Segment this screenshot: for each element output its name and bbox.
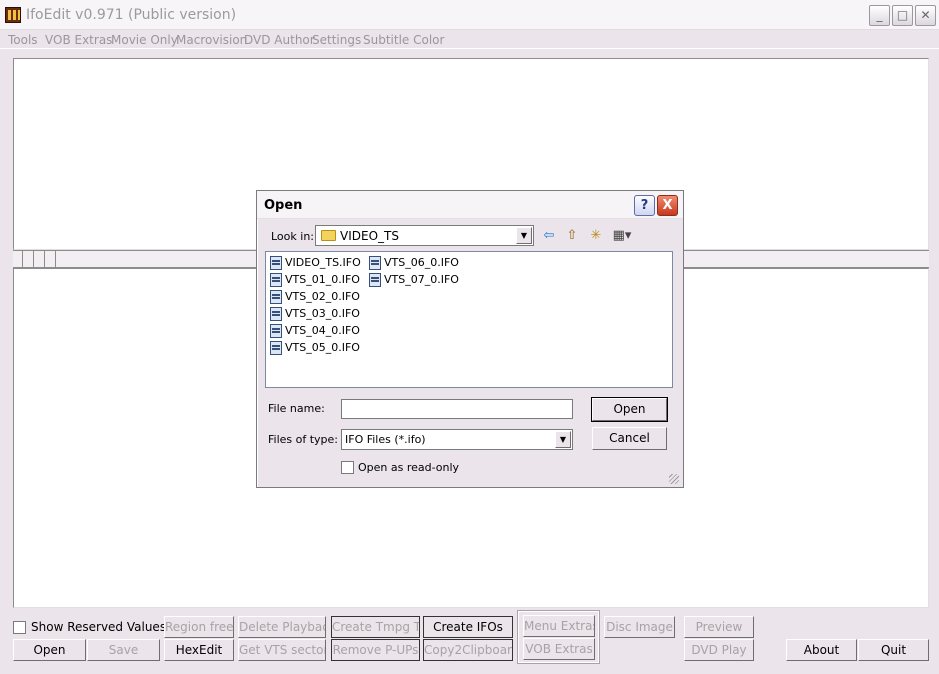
hexedit-button[interactable]: HexEdit	[164, 639, 234, 661]
close-button[interactable]: ✕	[915, 5, 936, 26]
dialog-cancel-button[interactable]: Cancel	[592, 427, 667, 450]
menu-subtitle-color[interactable]: Subtitle Color	[363, 33, 444, 47]
ifo-file-icon	[270, 307, 282, 321]
show-reserved-label: Show Reserved Values	[31, 620, 167, 634]
list-item[interactable]: VTS_01_0.IFO	[270, 273, 360, 289]
file-name: VIDEO_TS.IFO	[285, 256, 361, 269]
files-of-type-value: IFO Files (*.ifo)	[345, 433, 426, 446]
file-name: VTS_07_0.IFO	[384, 273, 459, 286]
resize-grip[interactable]	[669, 474, 679, 484]
quit-button[interactable]: Quit	[858, 639, 929, 661]
list-item[interactable]: VTS_02_0.IFO	[270, 290, 360, 306]
list-item[interactable]: VIDEO_TS.IFO	[270, 256, 361, 272]
file-name: VTS_06_0.IFO	[384, 256, 459, 269]
menu-settings[interactable]: Settings	[312, 33, 361, 47]
up-folder-icon[interactable]: ⇧	[563, 228, 581, 244]
look-in-select[interactable]: VIDEO_TS ▼	[315, 225, 534, 246]
read-only-label: Open as read-only	[358, 461, 460, 474]
folder-icon	[321, 230, 336, 241]
chevron-down-icon[interactable]: ▼	[555, 431, 571, 448]
remove-pups-button[interactable]: Remove P-UPs	[331, 639, 420, 661]
create-ifos-button[interactable]: Create IFOs	[423, 616, 513, 638]
menu-tools[interactable]: Tools	[8, 33, 38, 47]
menu-movie-only[interactable]: Movie Only	[111, 33, 178, 47]
splitter-cell[interactable]	[13, 251, 23, 267]
minimize-button[interactable]: _	[869, 5, 890, 26]
list-item[interactable]: VTS_06_0.IFO	[369, 256, 459, 272]
splitter-cell[interactable]	[24, 251, 34, 267]
about-button[interactable]: About	[786, 639, 857, 661]
close-icon: ✕	[920, 8, 931, 22]
minimize-icon: _	[876, 8, 883, 22]
create-tmpg-button[interactable]: Create Tmpg T.	[331, 616, 420, 638]
show-reserved-checkbox[interactable]	[13, 621, 26, 634]
save-button[interactable]: Save	[87, 639, 160, 661]
list-item[interactable]: VTS_07_0.IFO	[369, 273, 459, 289]
list-item[interactable]: VTS_04_0.IFO	[270, 324, 360, 340]
maximize-icon: □	[896, 8, 909, 22]
menu-vob-extras[interactable]: VOB Extras	[45, 33, 112, 47]
menu-macrovision[interactable]: Macrovision	[176, 33, 247, 47]
file-name: VTS_05_0.IFO	[285, 341, 360, 354]
view-menu-icon[interactable]: ▦▾	[610, 228, 634, 244]
preview-button[interactable]: Preview	[684, 616, 754, 638]
ifo-file-icon	[369, 256, 381, 270]
dialog-title: Open	[264, 198, 303, 213]
list-item[interactable]: VTS_03_0.IFO	[270, 307, 360, 323]
ifo-file-icon	[270, 341, 282, 355]
delete-playback-button[interactable]: Delete Playback	[238, 616, 326, 638]
file-name: VTS_03_0.IFO	[285, 307, 360, 320]
window-title: IfoEdit v0.971 (Public version)	[26, 7, 237, 23]
splitter-cell[interactable]	[46, 251, 56, 267]
read-only-checkbox[interactable]	[341, 461, 354, 474]
list-item[interactable]: VTS_05_0.IFO	[270, 341, 360, 357]
region-free-button[interactable]: Region free	[164, 616, 234, 638]
file-name: VTS_04_0.IFO	[285, 324, 360, 337]
vob-extras-button[interactable]: VOB Extras	[523, 638, 595, 660]
file-name-label: File name:	[268, 402, 325, 415]
dialog-close-button[interactable]: X	[657, 195, 678, 216]
close-icon: X	[662, 198, 673, 213]
files-of-type-label: Files of type:	[268, 433, 339, 446]
new-folder-icon[interactable]: ✳	[587, 228, 605, 244]
file-name-input[interactable]	[341, 399, 573, 419]
dialog-title-bar: Open ? X	[257, 191, 683, 219]
chevron-down-icon[interactable]: ▼	[516, 227, 532, 244]
ifo-file-icon	[270, 290, 282, 304]
ifo-file-icon	[270, 324, 282, 338]
ifo-file-icon	[270, 273, 282, 287]
dialog-open-button[interactable]: Open	[591, 397, 668, 422]
look-in-value: VIDEO_TS	[340, 229, 399, 243]
disc-image-button[interactable]: Disc Image	[604, 616, 675, 638]
title-bar: IfoEdit v0.971 (Public version) _ □ ✕	[0, 0, 939, 30]
files-of-type-select[interactable]: IFO Files (*.ifo) ▼	[341, 429, 573, 450]
splitter-cell[interactable]	[35, 251, 45, 267]
maximize-button[interactable]: □	[892, 5, 913, 26]
copy2clipboard-button[interactable]: Copy2Clipboard	[423, 639, 513, 661]
dvd-play-button[interactable]: DVD Play	[684, 639, 754, 661]
file-list[interactable]: VIDEO_TS.IFO VTS_01_0.IFO VTS_02_0.IFO V…	[265, 251, 673, 388]
app-icon[interactable]	[5, 7, 21, 23]
get-vts-sectors-button[interactable]: Get VTS sectors	[238, 639, 326, 661]
ifo-file-icon	[270, 256, 282, 270]
menu-extras-button[interactable]: Menu Extras	[523, 615, 595, 637]
menu-bar: Tools VOB Extras Movie Only Macrovision …	[0, 30, 939, 49]
help-button[interactable]: ?	[634, 195, 655, 216]
open-button[interactable]: Open	[13, 639, 86, 661]
help-icon: ?	[640, 198, 649, 213]
ifo-file-icon	[369, 273, 381, 287]
back-icon[interactable]: ⇦	[540, 228, 558, 244]
file-name: VTS_01_0.IFO	[285, 273, 360, 286]
menu-dvd-author[interactable]: DVD Author	[244, 33, 315, 47]
file-name: VTS_02_0.IFO	[285, 290, 360, 303]
look-in-label: Look in:	[271, 230, 314, 243]
